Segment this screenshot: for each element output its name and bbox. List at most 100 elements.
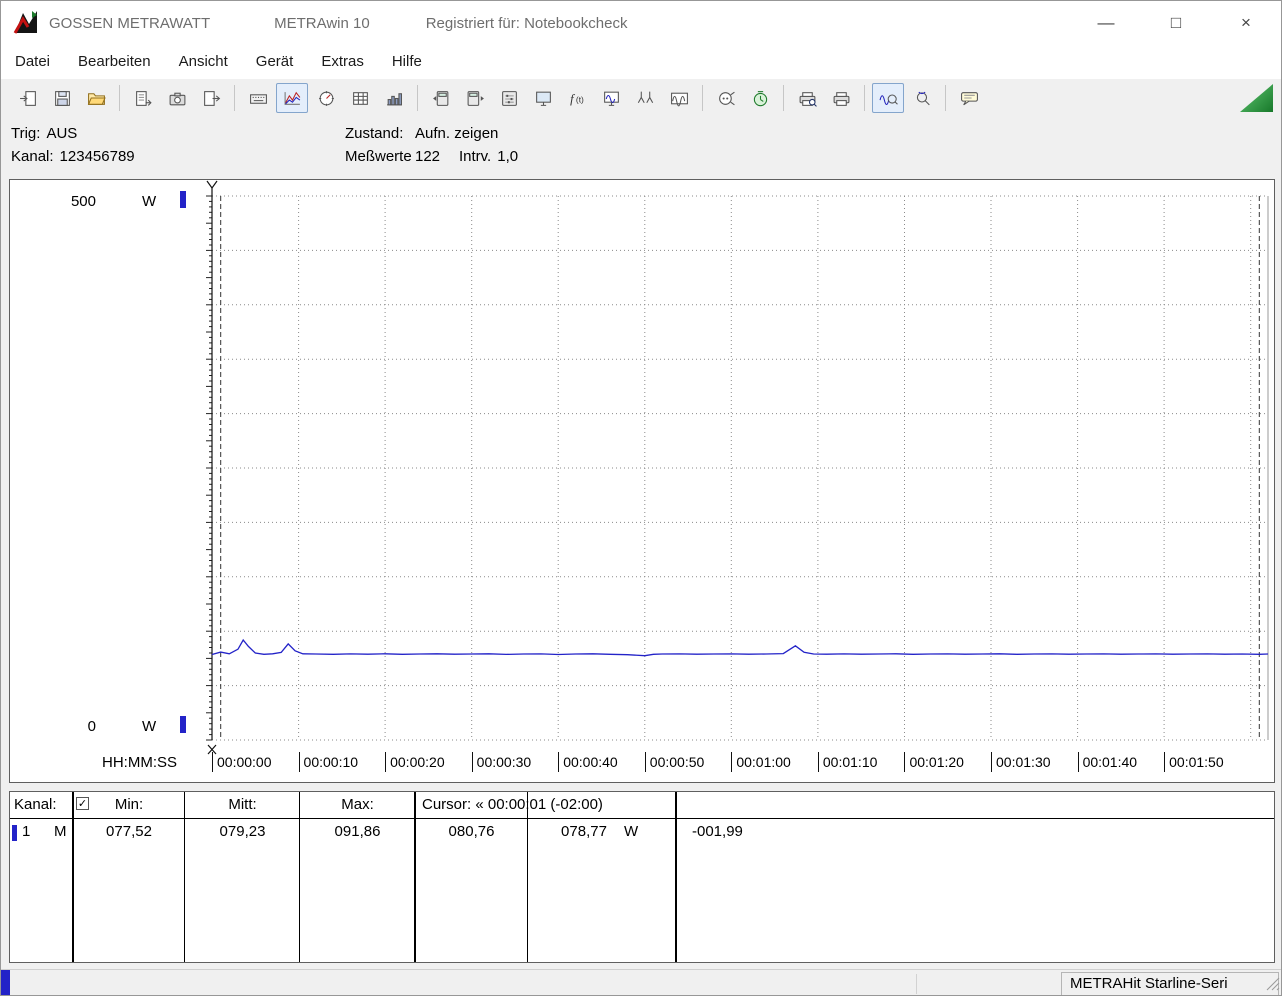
open-folder-icon	[87, 90, 106, 107]
maximize-button[interactable]: □	[1141, 1, 1211, 45]
analog-meter-view-button[interactable]	[310, 83, 342, 113]
x-axis-tick-label: 00:00:20	[385, 752, 445, 772]
samples-status: Meßwerte 122 Intrv. 1,0	[345, 148, 518, 165]
histogram-view-icon	[385, 90, 404, 107]
waveform-button[interactable]	[663, 83, 695, 113]
state-label: Zustand:	[345, 125, 404, 142]
menu-extras[interactable]: Extras	[307, 45, 378, 79]
svg-text:f: f	[570, 92, 575, 106]
resize-grip[interactable]	[1266, 977, 1280, 995]
close-button[interactable]: ×	[1211, 1, 1281, 45]
print-button[interactable]	[825, 83, 857, 113]
zoom-mode-icon	[913, 90, 932, 107]
power-measure-button[interactable]	[710, 83, 742, 113]
channel-mode-cell: M	[54, 823, 67, 840]
max-column-header: Max:	[341, 796, 374, 813]
x-axis-tick-label: 00:01:00	[731, 752, 791, 772]
statusbar-divider	[916, 974, 917, 994]
zoom-mode-button[interactable]	[906, 83, 938, 113]
import-file-button[interactable]	[12, 83, 44, 113]
channel-value: 123456789	[59, 148, 135, 165]
annotation-button[interactable]	[953, 83, 985, 113]
samples-label: Meßwerte	[345, 148, 412, 165]
minimize-button[interactable]: —	[1071, 1, 1141, 45]
cursor-column-header: Cursor: « 00:00:01 (-02:00)	[422, 796, 603, 813]
device-monitor-icon	[534, 90, 553, 107]
pc-monitor-button[interactable]	[595, 83, 627, 113]
export-text-icon	[134, 90, 153, 107]
x-axis-tick-label: 00:00:40	[558, 752, 618, 772]
import-file-icon	[19, 90, 38, 107]
max-value-cell: 091,86	[334, 823, 381, 840]
export-file-button[interactable]	[195, 83, 227, 113]
menu-geraet[interactable]: Gerät	[242, 45, 308, 79]
line-chart-view-button[interactable]	[276, 83, 308, 113]
statusbar-channel-indicator	[1, 970, 10, 995]
delta-value-cell: -001,99	[692, 823, 743, 840]
trigger-value: AUS	[46, 125, 78, 142]
x-axis-tick-label: 00:00:10	[298, 752, 358, 772]
min-value-cell: 077,52	[106, 823, 152, 840]
menu-hilfe[interactable]: Hilfe	[378, 45, 436, 79]
toolbar-separator	[945, 85, 946, 111]
table-view-button[interactable]	[344, 83, 376, 113]
x-axis-tick-label: 00:00:50	[644, 752, 704, 772]
mean-value-cell: 079,23	[219, 823, 266, 840]
camera-snapshot-button[interactable]	[161, 83, 193, 113]
device-settings-icon	[500, 90, 519, 107]
function-icon: f (t)	[568, 90, 587, 107]
toolbar-separator	[234, 85, 235, 111]
interval-label: Intrv.	[459, 148, 492, 165]
x-axis-tick-label: 00:01:20	[904, 752, 964, 772]
y-axis-max-label: 500	[70, 193, 96, 210]
channel-color-marker-bottom	[180, 716, 186, 733]
menu-datei[interactable]: Datei	[1, 45, 64, 79]
cursor2-value-cell: 078,77	[561, 823, 607, 840]
svg-text:(t): (t)	[575, 94, 583, 104]
device-upload-icon	[466, 90, 485, 107]
y-axis-min-label: 0	[87, 718, 96, 735]
open-folder-button[interactable]	[80, 83, 112, 113]
save-file-icon	[53, 90, 72, 107]
channel-status: Kanal: 123456789	[11, 148, 135, 165]
chart-region: 500 W 0 W HH:MM:SS 00:00:00 00:00:10 00:00…	[9, 179, 1275, 783]
device-settings-button[interactable]	[493, 83, 525, 113]
zoom-signal-icon	[879, 90, 898, 107]
toolbar-separator	[783, 85, 784, 111]
y-axis-unit-top: W	[142, 193, 157, 210]
table-column-divider	[675, 792, 677, 962]
print-preview-button[interactable]	[791, 83, 823, 113]
device-upload-button[interactable]	[459, 83, 491, 113]
unit-cell: W	[624, 823, 639, 840]
terminal-button[interactable]	[242, 83, 274, 113]
device-connect-button[interactable]	[425, 83, 457, 113]
channel-color-marker-row	[12, 825, 17, 841]
terminal-icon	[249, 90, 268, 107]
samples-value: 122	[415, 148, 441, 165]
export-file-icon	[202, 90, 221, 107]
x-axis-tick-label: 00:00:30	[471, 752, 531, 772]
menu-ansicht[interactable]: Ansicht	[165, 45, 242, 79]
toolbar-separator	[417, 85, 418, 111]
gossen-metrawatt-logo-icon	[13, 9, 39, 37]
status-panel: Trig: AUS Kanal: 123456789 Zustand: Aufn. z…	[1, 117, 1281, 179]
probe-button[interactable]	[629, 83, 661, 113]
histogram-view-button[interactable]	[378, 83, 410, 113]
channel-color-marker-top	[180, 191, 186, 208]
function-button[interactable]: f (t)	[561, 83, 593, 113]
status-bar: METRAHit Starline-Seri	[1, 969, 1281, 995]
menubar: Datei Bearbeiten Ansicht Gerät Extras Hilfe	[1, 45, 1281, 79]
save-file-button[interactable]	[46, 83, 78, 113]
table-column-divider	[527, 792, 528, 962]
timer-record-button[interactable]	[744, 83, 776, 113]
x-axis-tick-label: 00:00:00	[212, 752, 272, 772]
device-connect-icon	[432, 90, 451, 107]
print-icon	[832, 90, 851, 107]
zoom-signal-button[interactable]	[872, 83, 904, 113]
cursor1-value-cell: 080,76	[448, 823, 495, 840]
device-monitor-button[interactable]	[527, 83, 559, 113]
plot-area[interactable]	[200, 180, 1276, 782]
menu-bearbeiten[interactable]: Bearbeiten	[64, 45, 165, 79]
export-text-button[interactable]	[127, 83, 159, 113]
window-controls: — □ ×	[1071, 1, 1281, 45]
